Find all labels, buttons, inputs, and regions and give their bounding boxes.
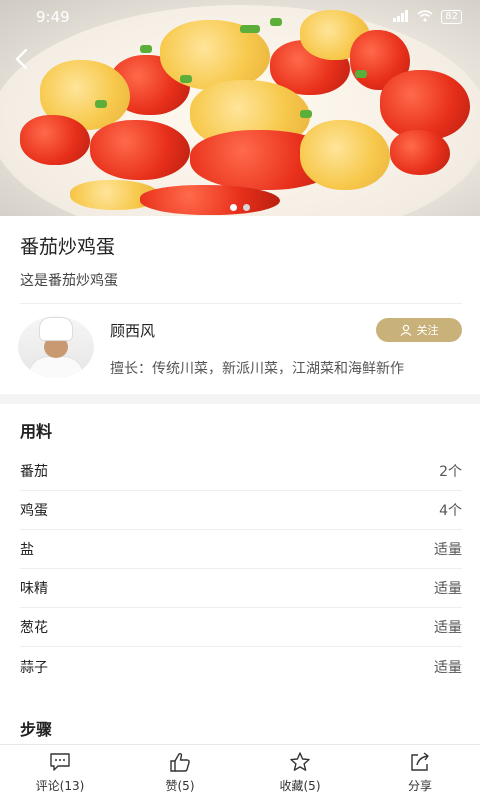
ingredient-row: 盐 适量 <box>20 530 462 569</box>
ingredient-name: 鸡蛋 <box>20 503 48 519</box>
author-specialty: 擅长：传统川菜，新派川菜，江湖菜和海鲜新作 <box>110 361 404 377</box>
share-button[interactable]: 分享 <box>360 745 480 800</box>
star-icon <box>289 751 311 773</box>
user-icon <box>400 324 411 336</box>
section-separator <box>0 394 480 404</box>
ingredient-row: 味精 适量 <box>20 569 462 608</box>
steps-title: 步骤 <box>20 720 53 739</box>
recipe-title: 番茄炒鸡蛋 <box>20 236 116 258</box>
comment-icon <box>49 751 71 773</box>
ingredient-amount: 4个 <box>439 503 462 519</box>
ingredient-name: 盐 <box>20 542 34 558</box>
ingredient-row: 葱花 适量 <box>20 608 462 647</box>
ingredient-row: 蒜子 适量 <box>20 647 462 686</box>
carousel-dot <box>243 204 250 211</box>
ingredient-amount: 2个 <box>439 464 462 480</box>
favorite-button[interactable]: 收藏(5) <box>240 745 360 800</box>
back-button[interactable] <box>6 44 36 74</box>
ingredients-title: 用料 <box>20 422 53 441</box>
recipe-description: 这是番茄炒鸡蛋 <box>20 273 118 289</box>
author-name[interactable]: 顾西风 <box>110 320 155 341</box>
ingredient-name: 葱花 <box>20 620 48 636</box>
battery-indicator: 82 <box>441 10 462 24</box>
ingredient-row: 番茄 2个 <box>20 452 462 491</box>
like-label: 赞(5) <box>165 779 195 793</box>
ingredient-row: 鸡蛋 4个 <box>20 491 462 530</box>
signal-icon <box>393 9 409 25</box>
ingredient-amount: 适量 <box>434 620 462 636</box>
favorite-label: 收藏(5) <box>279 779 321 793</box>
ingredient-amount: 适量 <box>434 659 462 676</box>
author-avatar[interactable] <box>18 316 94 378</box>
wifi-icon <box>417 9 433 25</box>
status-indicators: 82 <box>393 9 462 25</box>
bottom-action-bar: 评论(13) 赞(5) 收藏(5) 分享 <box>0 744 480 800</box>
carousel-dot <box>230 204 237 211</box>
ingredient-name: 味精 <box>20 581 48 597</box>
follow-label: 关注 <box>416 324 439 337</box>
chevron-left-icon <box>15 48 28 70</box>
status-time: 9:49 <box>36 8 70 26</box>
like-button[interactable]: 赞(5) <box>120 745 240 800</box>
thumbs-up-icon <box>169 751 191 773</box>
ingredient-amount: 适量 <box>434 542 462 558</box>
share-icon <box>409 751 431 773</box>
ingredient-name: 番茄 <box>20 464 48 480</box>
status-bar: 9:49 82 <box>0 0 480 34</box>
comment-label: 评论(13) <box>35 779 85 793</box>
ingredient-name: 蒜子 <box>20 659 48 676</box>
follow-button[interactable]: 关注 <box>376 318 462 342</box>
carousel-indicator <box>0 204 480 211</box>
comment-button[interactable]: 评论(13) <box>0 745 120 800</box>
share-label: 分享 <box>407 779 432 793</box>
ingredient-amount: 适量 <box>434 581 462 597</box>
divider <box>20 303 462 304</box>
